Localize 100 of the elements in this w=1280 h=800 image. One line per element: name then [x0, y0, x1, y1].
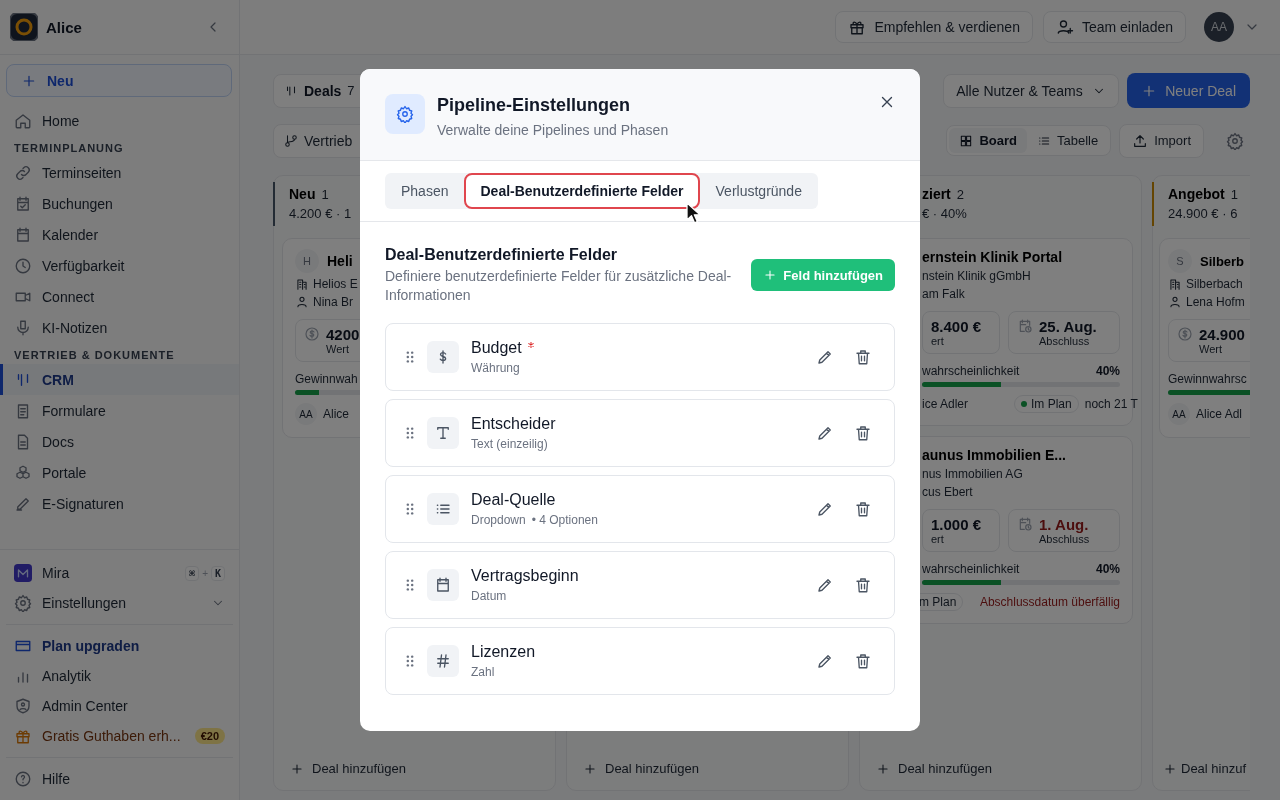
sidebar-item[interactable]: Home: [0, 105, 239, 136]
edit-icon[interactable]: [816, 424, 834, 442]
status-label: Im Plan: [1031, 397, 1072, 411]
contact-name: am Falk: [922, 287, 965, 301]
item-label: Plan upgraden: [42, 638, 140, 654]
add-deal-link[interactable]: Deal hinzuf: [1153, 761, 1250, 790]
drag-handle-icon[interactable]: [405, 426, 415, 440]
building-icon: [1168, 277, 1182, 291]
column-count: 2: [956, 186, 965, 202]
field-options: • 4 Optionen: [531, 513, 598, 527]
workspace-name: Alice: [46, 18, 82, 36]
drag-handle-icon[interactable]: [405, 578, 415, 592]
add-deal-link[interactable]: Deal hinzufügen: [274, 761, 555, 790]
view-tab[interactable]: Tabelle: [1026, 128, 1109, 153]
value-label: ert: [931, 533, 945, 545]
company-avatar: S: [1168, 249, 1192, 273]
header-button[interactable]: Team einladen: [1042, 11, 1186, 43]
nav-icon: [14, 225, 32, 244]
building-icon: [295, 277, 309, 291]
delete-icon[interactable]: [854, 348, 872, 366]
currency-type-icon: [427, 341, 459, 373]
sidebar-item[interactable]: Plan upgraden: [0, 631, 239, 661]
person-icon: [1168, 295, 1182, 309]
edit-icon[interactable]: [816, 652, 834, 670]
import-button[interactable]: Import: [1119, 123, 1204, 158]
deal-title: aunus Immobilien E...: [922, 447, 1066, 463]
item-label: Gratis Guthaben erh...: [42, 728, 181, 744]
sidebar-item[interactable]: Gratis Guthaben erh... €20: [0, 721, 239, 751]
user-avatar[interactable]: AA: [1204, 12, 1234, 42]
settings-label: Einstellungen: [42, 595, 127, 611]
credit-badge: €20: [194, 728, 225, 744]
add-deal-link[interactable]: Deal hinzufügen: [567, 761, 848, 790]
sidebar-item[interactable]: Terminseiten: [0, 157, 239, 188]
delete-icon[interactable]: [854, 500, 872, 518]
edit-icon[interactable]: [816, 576, 834, 594]
add-field-button[interactable]: Feld hinzufügen: [751, 259, 895, 291]
sidebar-item[interactable]: KI-Notizen: [0, 312, 239, 343]
shortcut-joiner: +: [202, 567, 208, 579]
sidebar-item[interactable]: Verfügbarkeit: [0, 250, 239, 281]
new-button[interactable]: Neu: [6, 64, 232, 97]
dropdown-type-icon: [427, 493, 459, 525]
dialog-tab[interactable]: Phasen: [385, 173, 465, 209]
probability-label: wahrscheinlichkeit: [922, 562, 1020, 576]
new-deal-button[interactable]: Neuer Deal: [1127, 73, 1250, 108]
sidebar-item[interactable]: Kalender: [0, 219, 239, 250]
settings-icon[interactable]: [1226, 131, 1244, 150]
drag-handle-icon[interactable]: [405, 502, 415, 516]
edit-icon[interactable]: [816, 348, 834, 366]
dialog-tab[interactable]: Deal-Benutzerdefinierte Felder: [464, 173, 700, 209]
sidebar-item[interactable]: E-Signaturen: [0, 488, 239, 519]
edit-icon[interactable]: [816, 500, 834, 518]
field-name: Vertragsbeginn: [471, 567, 579, 585]
sidebar-item[interactable]: Analytik: [0, 661, 239, 691]
sidebar-item[interactable]: CRM: [0, 364, 239, 395]
date-label: Abschluss: [1039, 533, 1090, 545]
delete-icon[interactable]: [854, 576, 872, 594]
header-button[interactable]: Empfehlen & verdienen: [835, 11, 1033, 43]
sidebar-item[interactable]: Formulare: [0, 395, 239, 426]
value-label: Wert: [1199, 343, 1224, 355]
deal-value: 1.000 €: [931, 516, 982, 533]
sidebar-item[interactable]: Portale: [0, 457, 239, 488]
close-date: 25. Aug.: [1039, 318, 1097, 335]
contact-name: cus Ebert: [922, 485, 973, 499]
field-type: Dropdown: [471, 513, 526, 527]
probability-label: Gewinnwah: [295, 372, 358, 386]
value-label: ert: [931, 335, 945, 347]
view-icon: [959, 133, 974, 148]
owner-name: Alice: [323, 407, 349, 421]
assistant-logo: [14, 564, 32, 582]
sidebar-item[interactable]: Connect: [0, 281, 239, 312]
dollar-icon: [1177, 326, 1193, 342]
field-name: Entscheider: [471, 415, 556, 433]
drag-handle-icon[interactable]: [405, 350, 415, 364]
delete-icon[interactable]: [854, 424, 872, 442]
number-type-icon: [427, 645, 459, 677]
assistant-item[interactable]: Mira ⌘ + K: [0, 558, 239, 588]
sidebar-item[interactable]: Docs: [0, 426, 239, 457]
field-type: Datum: [471, 589, 507, 603]
nav-icon: [14, 697, 32, 715]
help-item[interactable]: Hilfe: [0, 764, 239, 794]
filter-dropdown[interactable]: Alle Nutzer & Teams: [943, 73, 1120, 108]
add-deal-link[interactable]: Deal hinzufügen: [860, 761, 1141, 790]
column-stats: 24.900 € · 6: [1168, 206, 1239, 221]
assistant-label: Mira: [42, 565, 70, 581]
branch-icon: [284, 133, 298, 148]
plus-icon: [876, 761, 890, 776]
settings-item[interactable]: Einstellungen: [0, 588, 239, 618]
header-icon: [1055, 18, 1074, 36]
sidebar-item[interactable]: Admin Center: [0, 691, 239, 721]
date-type-icon: [427, 569, 459, 601]
dialog-tab[interactable]: Verlustgründe: [699, 173, 818, 209]
field-name: Lizenzen: [471, 643, 536, 661]
plus-icon: [583, 761, 597, 776]
drag-handle-icon[interactable]: [405, 654, 415, 668]
sidebar-item[interactable]: Buchungen: [0, 188, 239, 219]
deal-card[interactable]: S Silberb Silberbach Lena Hofm 24.900 Wert Gewinnwahrsc AA Alice Adl: [1159, 238, 1250, 438]
status-label: m Plan: [919, 595, 957, 609]
delete-icon[interactable]: [854, 652, 872, 670]
view-tab[interactable]: Board: [949, 128, 1027, 153]
field-name: Deal-Quelle: [471, 491, 556, 509]
